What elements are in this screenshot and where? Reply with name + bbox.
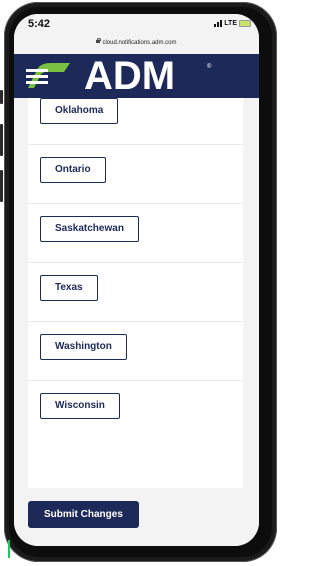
- signal-icon: [214, 20, 223, 27]
- status-indicators: LTE: [214, 20, 251, 27]
- url-text: cloud.notifications.adm.com: [102, 40, 177, 46]
- home-indicator: [8, 540, 10, 558]
- state-button-washington[interactable]: Washington: [40, 334, 127, 360]
- state-button-wisconsin[interactable]: Wisconsin: [40, 393, 120, 419]
- list-item: Wisconsin: [28, 381, 243, 439]
- volume-down-button: [0, 170, 3, 202]
- list-item: Saskatchewan: [28, 204, 243, 263]
- list-item: Ontario: [28, 145, 243, 204]
- status-bar: 5:42 LTE: [14, 14, 259, 42]
- address-bar[interactable]: cloud.notifications.adm.com: [14, 37, 259, 54]
- submit-changes-button[interactable]: Submit Changes: [28, 501, 139, 528]
- network-label: LTE: [224, 20, 237, 27]
- list-item: Oklahoma: [28, 86, 243, 145]
- status-time: 5:42: [28, 18, 51, 30]
- list-item: Texas: [28, 263, 243, 322]
- state-button-ontario[interactable]: Ontario: [40, 157, 106, 183]
- mute-switch: [0, 90, 3, 104]
- phone-screen: 5:42 LTE cloud.notifications.adm.com ADM…: [14, 14, 259, 546]
- state-button-oklahoma[interactable]: Oklahoma: [40, 98, 119, 124]
- state-button-texas[interactable]: Texas: [40, 275, 98, 301]
- state-list: Oklahoma Ontario Saskatchewan Texas Wash…: [28, 98, 243, 488]
- registered-mark: ®: [207, 64, 212, 70]
- main-content: Oklahoma Ontario Saskatchewan Texas Wash…: [14, 98, 259, 546]
- state-button-saskatchewan[interactable]: Saskatchewan: [40, 216, 139, 242]
- battery-icon: [239, 20, 251, 27]
- list-item: Washington: [28, 322, 243, 381]
- lock-icon: [96, 37, 101, 43]
- volume-up-button: [0, 124, 3, 156]
